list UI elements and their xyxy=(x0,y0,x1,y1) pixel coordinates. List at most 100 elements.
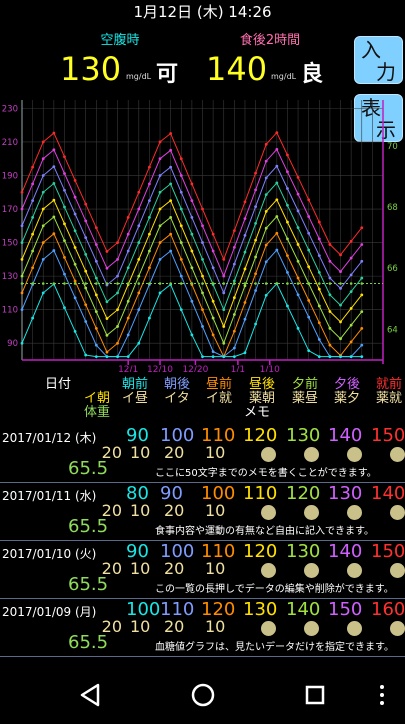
weight-point xyxy=(95,282,98,285)
input-button[interactable]: 入 力 xyxy=(354,36,403,84)
series-point xyxy=(148,182,151,186)
glucose-value: 120 xyxy=(286,483,321,504)
memo-text: 食事内容や運動の有無など自由に記入できます。 xyxy=(155,526,374,537)
y2-tick-label: 64 xyxy=(387,325,398,335)
series-point xyxy=(137,308,141,312)
series-point xyxy=(275,231,279,235)
weight-point xyxy=(73,282,77,285)
insulin-value: 20 xyxy=(164,617,185,636)
series-point xyxy=(317,287,321,291)
series-point xyxy=(169,216,173,219)
fasting-judge: 可 xyxy=(156,61,179,87)
medication-dot xyxy=(261,621,276,636)
table-row[interactable]: 2017/01/11 (水) 80 90 100 110 120 130 140 20 10 20 1… xyxy=(0,483,405,540)
weight-point xyxy=(179,282,183,285)
series-point xyxy=(254,272,257,276)
header-med-bedtime: 薬就 xyxy=(375,391,402,406)
series-point xyxy=(41,207,45,211)
glucose-value: 140 xyxy=(328,425,363,446)
medication-dot xyxy=(304,505,319,520)
row-divider xyxy=(0,656,405,657)
medication-dot xyxy=(390,563,405,578)
series-point xyxy=(63,272,66,276)
series-point xyxy=(243,317,247,321)
series-point xyxy=(243,301,247,304)
series-point xyxy=(41,140,45,144)
series-point xyxy=(317,271,321,274)
series-point xyxy=(105,250,109,253)
table-row[interactable]: 2017/01/12 (木) 90 100 110 120 130 140 150 20 10 20… xyxy=(0,425,405,482)
memo-text: 血糖値グラフは、見たいデータだけを指定できます。 xyxy=(155,642,394,653)
row-date: 2017/01/09 (月) xyxy=(2,605,97,619)
series-point xyxy=(232,245,236,249)
series-point xyxy=(94,343,98,347)
header-after-breakfast: 朝後 xyxy=(163,377,190,392)
series-point xyxy=(360,243,364,246)
series-point xyxy=(52,131,56,135)
insulin-value: 10 xyxy=(130,443,151,462)
insulin-value: 10 xyxy=(205,501,226,520)
series-point xyxy=(116,257,119,261)
series-point xyxy=(360,326,364,330)
series-point xyxy=(41,190,45,194)
series-point xyxy=(169,165,173,169)
series-point xyxy=(105,300,109,304)
series-point xyxy=(126,355,130,359)
series-point xyxy=(158,157,162,161)
series-point xyxy=(41,157,45,161)
series-point xyxy=(20,341,24,345)
fasting-value: 130 xyxy=(60,50,122,88)
row-date: 2017/01/12 (木) xyxy=(2,431,97,445)
series-point xyxy=(126,232,130,236)
row-date: 2017/01/11 (水) xyxy=(2,489,97,503)
series-point xyxy=(264,210,268,213)
series-point xyxy=(328,259,332,263)
series-point xyxy=(339,286,342,290)
series-point xyxy=(116,274,119,278)
medication-dot xyxy=(347,505,362,520)
series-point xyxy=(158,291,162,295)
series-point xyxy=(137,291,141,295)
series-point xyxy=(349,323,353,327)
series-point xyxy=(275,248,279,252)
series-point xyxy=(339,253,342,257)
series-point xyxy=(179,308,183,312)
status-bar: 1月12日 (木) 14:26 xyxy=(0,0,405,26)
header-memo: メモ xyxy=(243,405,270,420)
series-point xyxy=(201,308,204,312)
y-tick-label: 130 xyxy=(2,272,18,282)
weight-point xyxy=(105,282,109,285)
series-point xyxy=(254,222,257,225)
series-point xyxy=(339,270,342,274)
series-point xyxy=(126,249,130,253)
series-point xyxy=(73,262,77,266)
glucose-value: 130 xyxy=(328,483,363,504)
glucose-value: 140 xyxy=(328,541,363,562)
back-icon[interactable] xyxy=(70,678,110,712)
home-icon[interactable] xyxy=(183,678,223,712)
series-point xyxy=(339,337,342,341)
series-point xyxy=(222,291,226,295)
series-point xyxy=(317,321,321,325)
series-point xyxy=(349,256,353,260)
series-point xyxy=(317,338,321,341)
series-point xyxy=(211,266,215,270)
recents-icon[interactable] xyxy=(296,678,336,712)
more-icon[interactable] xyxy=(372,678,392,712)
weight-point xyxy=(264,282,268,285)
series-point xyxy=(41,257,45,261)
table-row[interactable]: 2017/01/10 (火) 90 100 110 120 130 140 150 20 10 20… xyxy=(0,541,405,598)
glucose-chart[interactable]: 12/1 12/10 12/20 1/1 1/10 230 210 190 170 150 130 1… xyxy=(0,92,405,372)
series-point xyxy=(349,290,353,294)
weight-point xyxy=(222,282,226,285)
table-row[interactable]: 2017/01/09 (月) 100 110 120 130 140 150 160 20 10 2… xyxy=(0,599,405,656)
series-point xyxy=(243,200,247,204)
series-point xyxy=(169,249,173,253)
series-point xyxy=(126,266,130,270)
series-point xyxy=(52,232,56,236)
header-before-breakfast: 朝前 xyxy=(121,377,148,392)
series-point xyxy=(148,249,151,253)
series-point xyxy=(296,243,300,246)
series-point xyxy=(307,265,311,269)
series-point xyxy=(264,243,268,247)
